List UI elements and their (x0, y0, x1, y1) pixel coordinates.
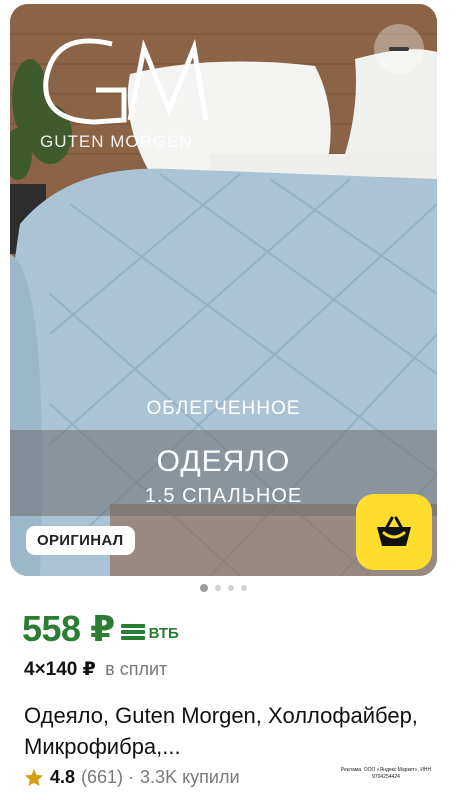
split-row[interactable]: 4×140 ₽ в сплит (24, 658, 167, 681)
carousel-dot[interactable] (227, 585, 234, 591)
bought-count: 3.3K купили (140, 767, 240, 787)
carousel-dot[interactable] (214, 585, 221, 591)
price: 558 ₽ (22, 608, 115, 649)
remove-button[interactable] (374, 24, 424, 74)
carousel-dot[interactable] (199, 584, 208, 592)
product-card[interactable]: GUTEN MORGEN ОБЛЕГЧЕННОЕ ОДЕЯЛО 1.5 СПАЛ… (0, 0, 466, 800)
promo-main-text: ОДЕЯЛО (156, 445, 291, 478)
promo-top-text: ОБЛЕГЧЕННОЕ (146, 398, 301, 419)
product-title[interactable]: Одеяло, Guten Morgen, Холлофайбер, Микро… (24, 700, 444, 762)
carousel-dots (0, 584, 446, 592)
carousel-dot[interactable] (240, 585, 247, 591)
product-image[interactable]: GUTEN MORGEN ОБЛЕГЧЕННОЕ ОДЕЯЛО 1.5 СПАЛ… (10, 4, 437, 576)
rating-value: 4.8 (50, 767, 76, 787)
brand-name: GUTEN MORGEN (40, 132, 193, 151)
star-icon (24, 768, 44, 787)
rating-row: 4.8 (661) · 3.3K купили (24, 767, 240, 788)
vtb-icon (120, 624, 145, 640)
add-to-cart-button[interactable] (356, 494, 432, 570)
price-row: 558 ₽ ВТБ (22, 608, 179, 650)
split-label: в сплит (105, 659, 168, 679)
split-price: 4×140 ₽ (24, 659, 96, 680)
ad-disclaimer: Реклама. ООО «Яндекс Маркет», ИНН 970425… (340, 767, 432, 780)
minus-icon (389, 47, 409, 51)
brand-logo (43, 38, 209, 125)
reviews-count: (661) · (81, 767, 135, 787)
original-badge: ОРИГИНАЛ (26, 526, 135, 555)
basket-icon (377, 516, 411, 546)
bank-name: ВТБ (148, 624, 179, 642)
